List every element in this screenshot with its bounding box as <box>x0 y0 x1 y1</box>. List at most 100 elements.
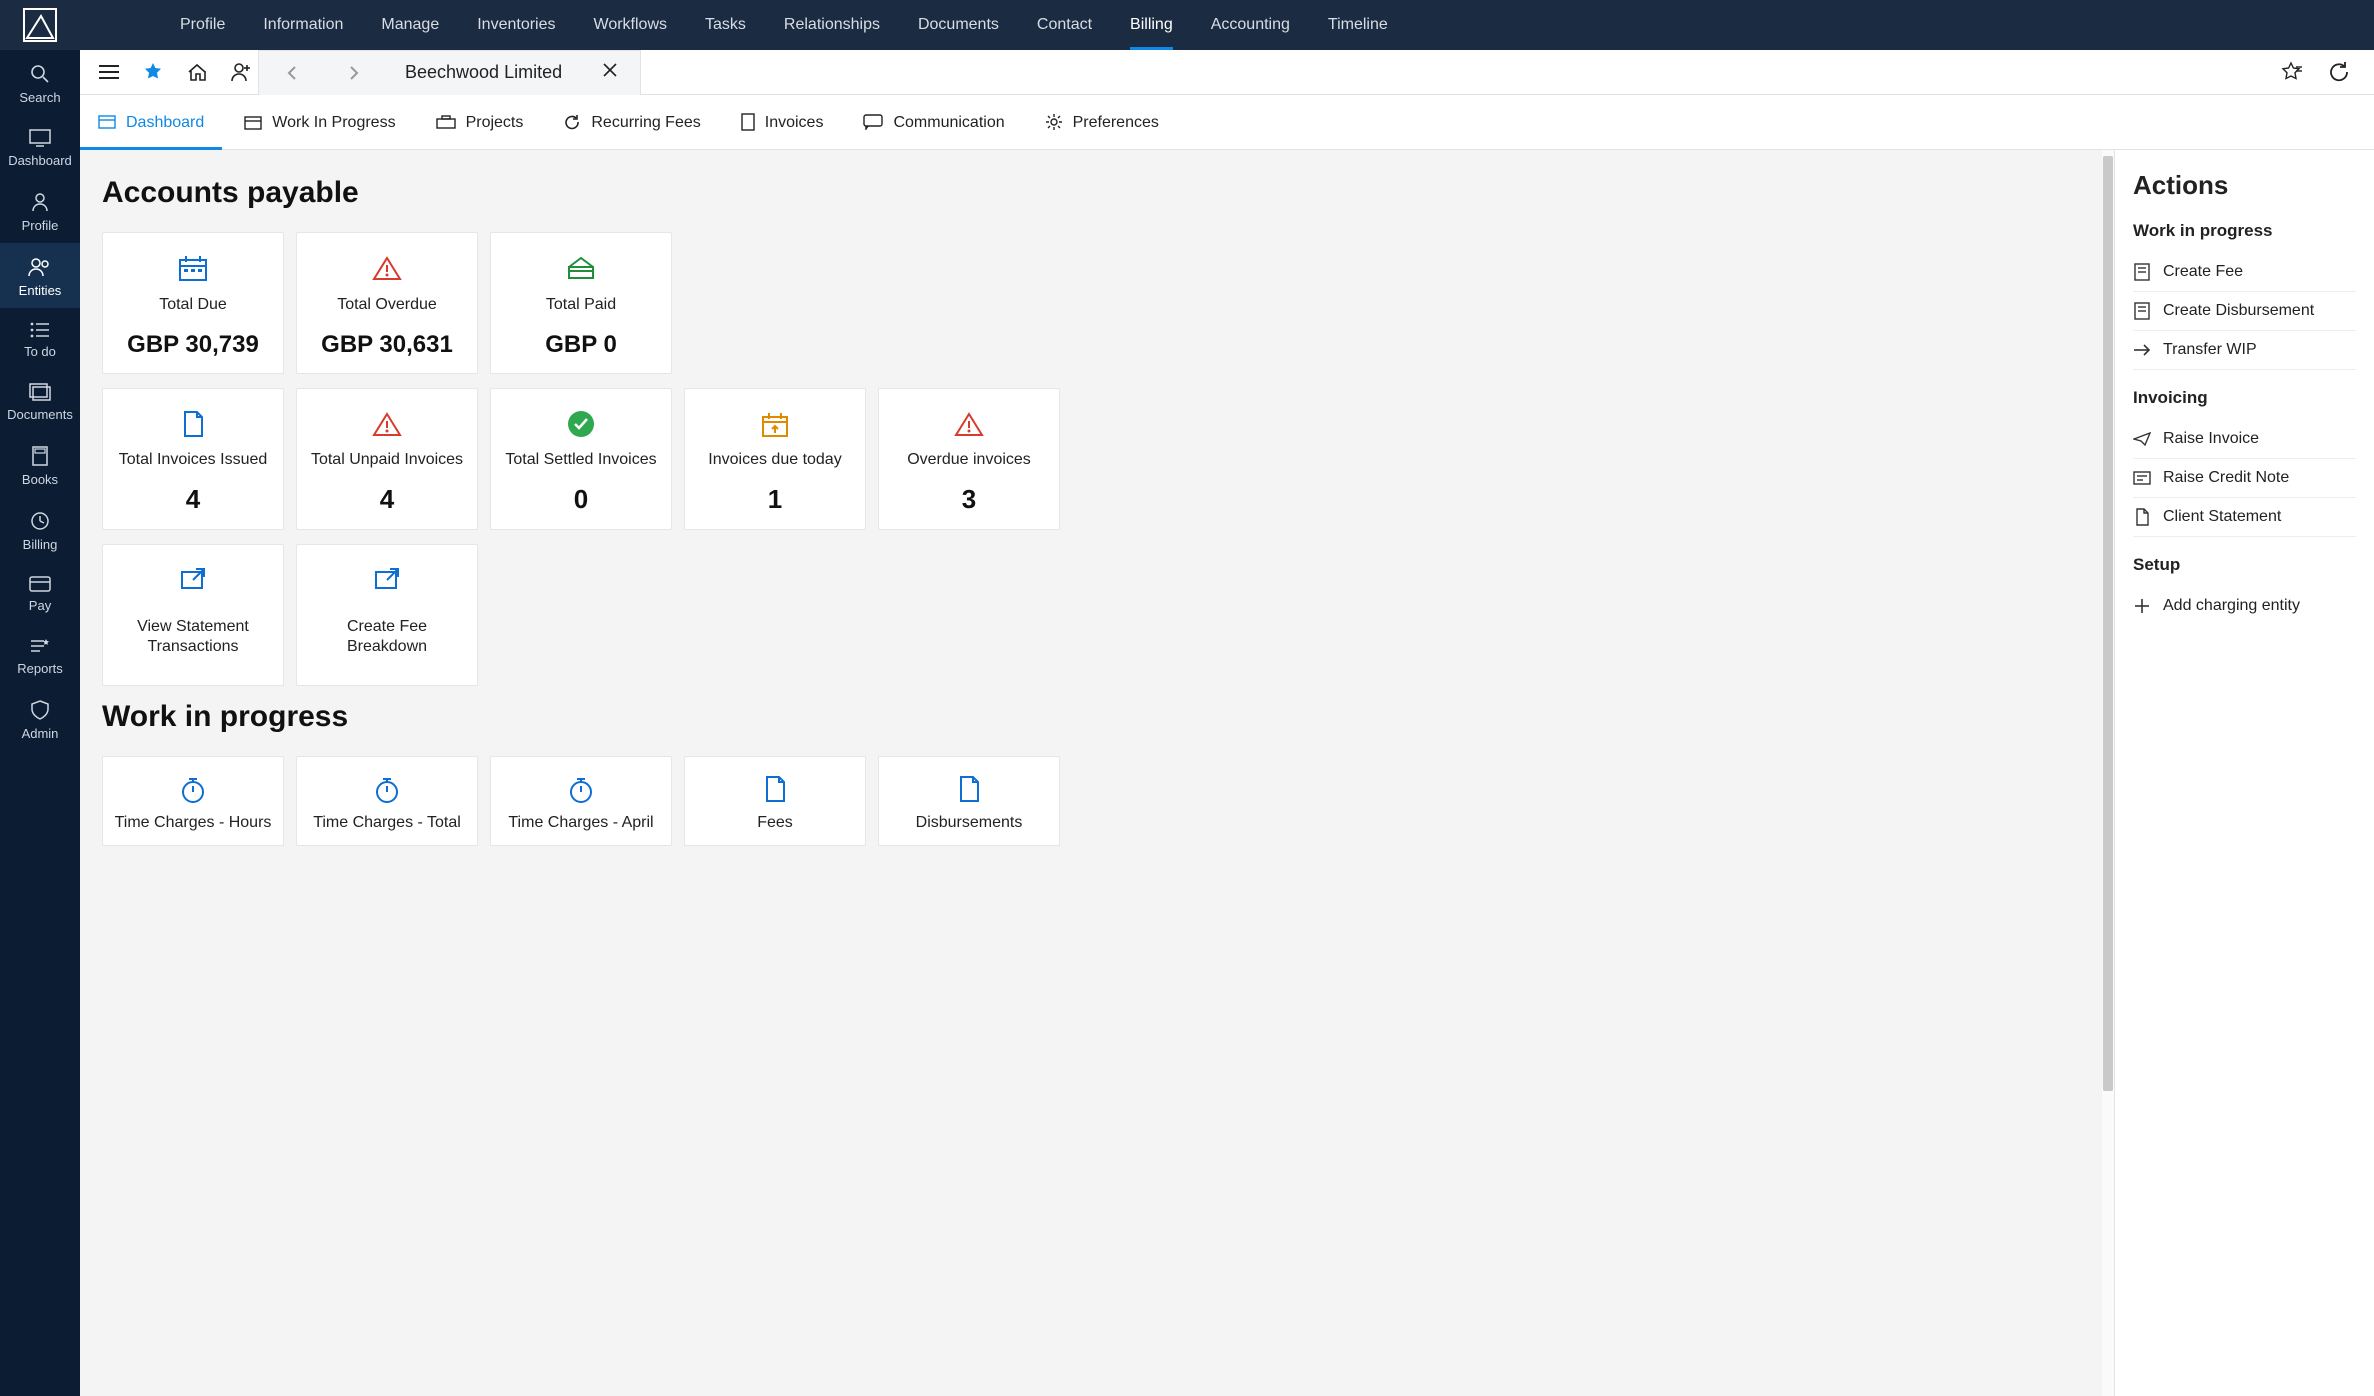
card-overdue-invoices[interactable]: Overdue invoices 3 <box>878 388 1060 530</box>
action-label: Raise Credit Note <box>2163 469 2289 487</box>
app-logo[interactable] <box>0 0 80 50</box>
sidebar-label: Profile <box>22 218 59 233</box>
plus-icon <box>2133 597 2151 615</box>
card-title: Disbursements <box>916 813 1023 833</box>
action-create-disbursement[interactable]: Create Disbursement <box>2133 292 2356 331</box>
nav-back-button[interactable] <box>281 62 303 84</box>
receipt-icon <box>2133 263 2151 281</box>
sidebar-item-admin[interactable]: Admin <box>0 686 80 751</box>
sidebar-item-reports[interactable]: Reports <box>0 623 80 686</box>
dashboard-icon <box>98 115 116 129</box>
warning-icon <box>954 411 984 437</box>
card-disbursements[interactable]: Disbursements <box>878 756 1060 846</box>
sidebar-item-documents[interactable]: Documents <box>0 369 80 432</box>
subtab-recurring[interactable]: Recurring Fees <box>563 95 700 150</box>
topnav-billing[interactable]: Billing <box>1130 0 1173 50</box>
monitor-icon <box>29 129 51 147</box>
sidebar-item-dashboard[interactable]: Dashboard <box>0 115 80 178</box>
card-create-fee-breakdown[interactable]: Create Fee Breakdown <box>296 544 478 686</box>
entity-tab: Beechwood Limited <box>258 50 641 95</box>
subtab-communication[interactable]: Communication <box>863 95 1004 150</box>
calendar-icon <box>244 114 262 130</box>
subtab-projects[interactable]: Projects <box>436 95 524 150</box>
actions-section-wip: Work in progress <box>2133 221 2356 241</box>
sidebar-item-search[interactable]: Search <box>0 50 80 115</box>
scrollbar[interactable] <box>2102 150 2114 1396</box>
stopwatch-icon <box>568 775 594 803</box>
page-icon <box>764 775 786 803</box>
topnav-accounting[interactable]: Accounting <box>1211 0 1290 50</box>
topnav-inventories[interactable]: Inventories <box>477 0 555 50</box>
subtab-dashboard[interactable]: Dashboard <box>98 95 204 150</box>
topnav-timeline[interactable]: Timeline <box>1328 0 1388 50</box>
card-invoices-due-today[interactable]: Invoices due today 1 <box>684 388 866 530</box>
action-add-charging-entity[interactable]: Add charging entity <box>2133 587 2356 625</box>
sidebar-item-profile[interactable]: Profile <box>0 178 80 243</box>
subtab-label: Dashboard <box>126 95 204 150</box>
briefcase-icon <box>436 115 456 129</box>
subtab-label: Preferences <box>1073 95 1159 150</box>
sidebar-item-books[interactable]: Books <box>0 432 80 497</box>
subtab-label: Recurring Fees <box>591 95 700 150</box>
topnav-profile[interactable]: Profile <box>180 0 225 50</box>
card-title: Invoices due today <box>708 450 841 470</box>
scrollbar-thumb[interactable] <box>2103 156 2113 1091</box>
topnav-documents[interactable]: Documents <box>918 0 999 50</box>
action-create-fee[interactable]: Create Fee <box>2133 253 2356 292</box>
card-view-statement[interactable]: View Statement Transactions <box>102 544 284 686</box>
people-icon <box>28 257 52 277</box>
nav-forward-button[interactable] <box>343 62 365 84</box>
home-icon[interactable] <box>186 61 208 83</box>
card-settled-invoices[interactable]: Total Settled Invoices 0 <box>490 388 672 530</box>
card-invoices-issued[interactable]: Total Invoices Issued 4 <box>102 388 284 530</box>
action-client-statement[interactable]: Client Statement <box>2133 498 2356 537</box>
page-icon <box>182 410 204 438</box>
card-total-paid[interactable]: Total Paid GBP 0 <box>490 232 672 374</box>
card-total-due[interactable]: Total Due GBP 30,739 <box>102 232 284 374</box>
warning-icon <box>372 255 402 281</box>
topnav-workflows[interactable]: Workflows <box>594 0 668 50</box>
card-time-total[interactable]: Time Charges - Total <box>296 756 478 846</box>
subtab-invoices[interactable]: Invoices <box>741 95 824 150</box>
action-label: Client Statement <box>2163 508 2281 526</box>
topnav-manage[interactable]: Manage <box>381 0 439 50</box>
action-transfer-wip[interactable]: Transfer WIP <box>2133 331 2356 370</box>
sidebar-item-entities[interactable]: Entities <box>0 243 80 308</box>
invoice-icon <box>741 113 755 131</box>
section-title-accounts-payable: Accounts payable <box>102 176 2104 210</box>
refresh-icon[interactable] <box>2328 61 2350 83</box>
topnav-information[interactable]: Information <box>263 0 343 50</box>
main-content: Accounts payable Total Due GBP 30,739 To… <box>80 150 2114 1396</box>
sidebar-item-todo[interactable]: To do <box>0 308 80 369</box>
send-icon <box>2133 430 2151 448</box>
subtab-label: Projects <box>466 95 524 150</box>
menu-icon[interactable] <box>98 61 120 83</box>
action-raise-credit-note[interactable]: Raise Credit Note <box>2133 459 2356 498</box>
topnav-tasks[interactable]: Tasks <box>705 0 746 50</box>
favorites-icon[interactable] <box>2280 61 2302 83</box>
close-tab-icon[interactable] <box>602 62 618 83</box>
card-total-overdue[interactable]: Total Overdue GBP 30,631 <box>296 232 478 374</box>
topnav-relationships[interactable]: Relationships <box>784 0 880 50</box>
stopwatch-icon <box>374 775 400 803</box>
card-fees[interactable]: Fees <box>684 756 866 846</box>
add-person-icon[interactable] <box>230 61 252 83</box>
card-value: GBP 0 <box>545 331 617 359</box>
topnav-contact[interactable]: Contact <box>1037 0 1092 50</box>
card-value: GBP 30,631 <box>321 331 453 359</box>
calendar-icon <box>178 254 208 282</box>
subtab-wip[interactable]: Work In Progress <box>244 95 395 150</box>
card-title: Total Paid <box>546 295 616 315</box>
subtab-preferences[interactable]: Preferences <box>1045 95 1159 150</box>
card-time-april[interactable]: Time Charges - April <box>490 756 672 846</box>
receipt-icon <box>2133 302 2151 320</box>
sidebar-label: Books <box>22 472 58 487</box>
card-time-hours[interactable]: Time Charges - Hours <box>102 756 284 846</box>
star-icon[interactable] <box>142 61 164 83</box>
bank-icon <box>565 255 597 281</box>
card-row-3: View Statement Transactions Create Fee B… <box>102 544 2104 686</box>
sidebar-item-pay[interactable]: Pay <box>0 562 80 623</box>
sidebar-item-billing[interactable]: Billing <box>0 497 80 562</box>
action-raise-invoice[interactable]: Raise Invoice <box>2133 420 2356 459</box>
card-unpaid-invoices[interactable]: Total Unpaid Invoices 4 <box>296 388 478 530</box>
